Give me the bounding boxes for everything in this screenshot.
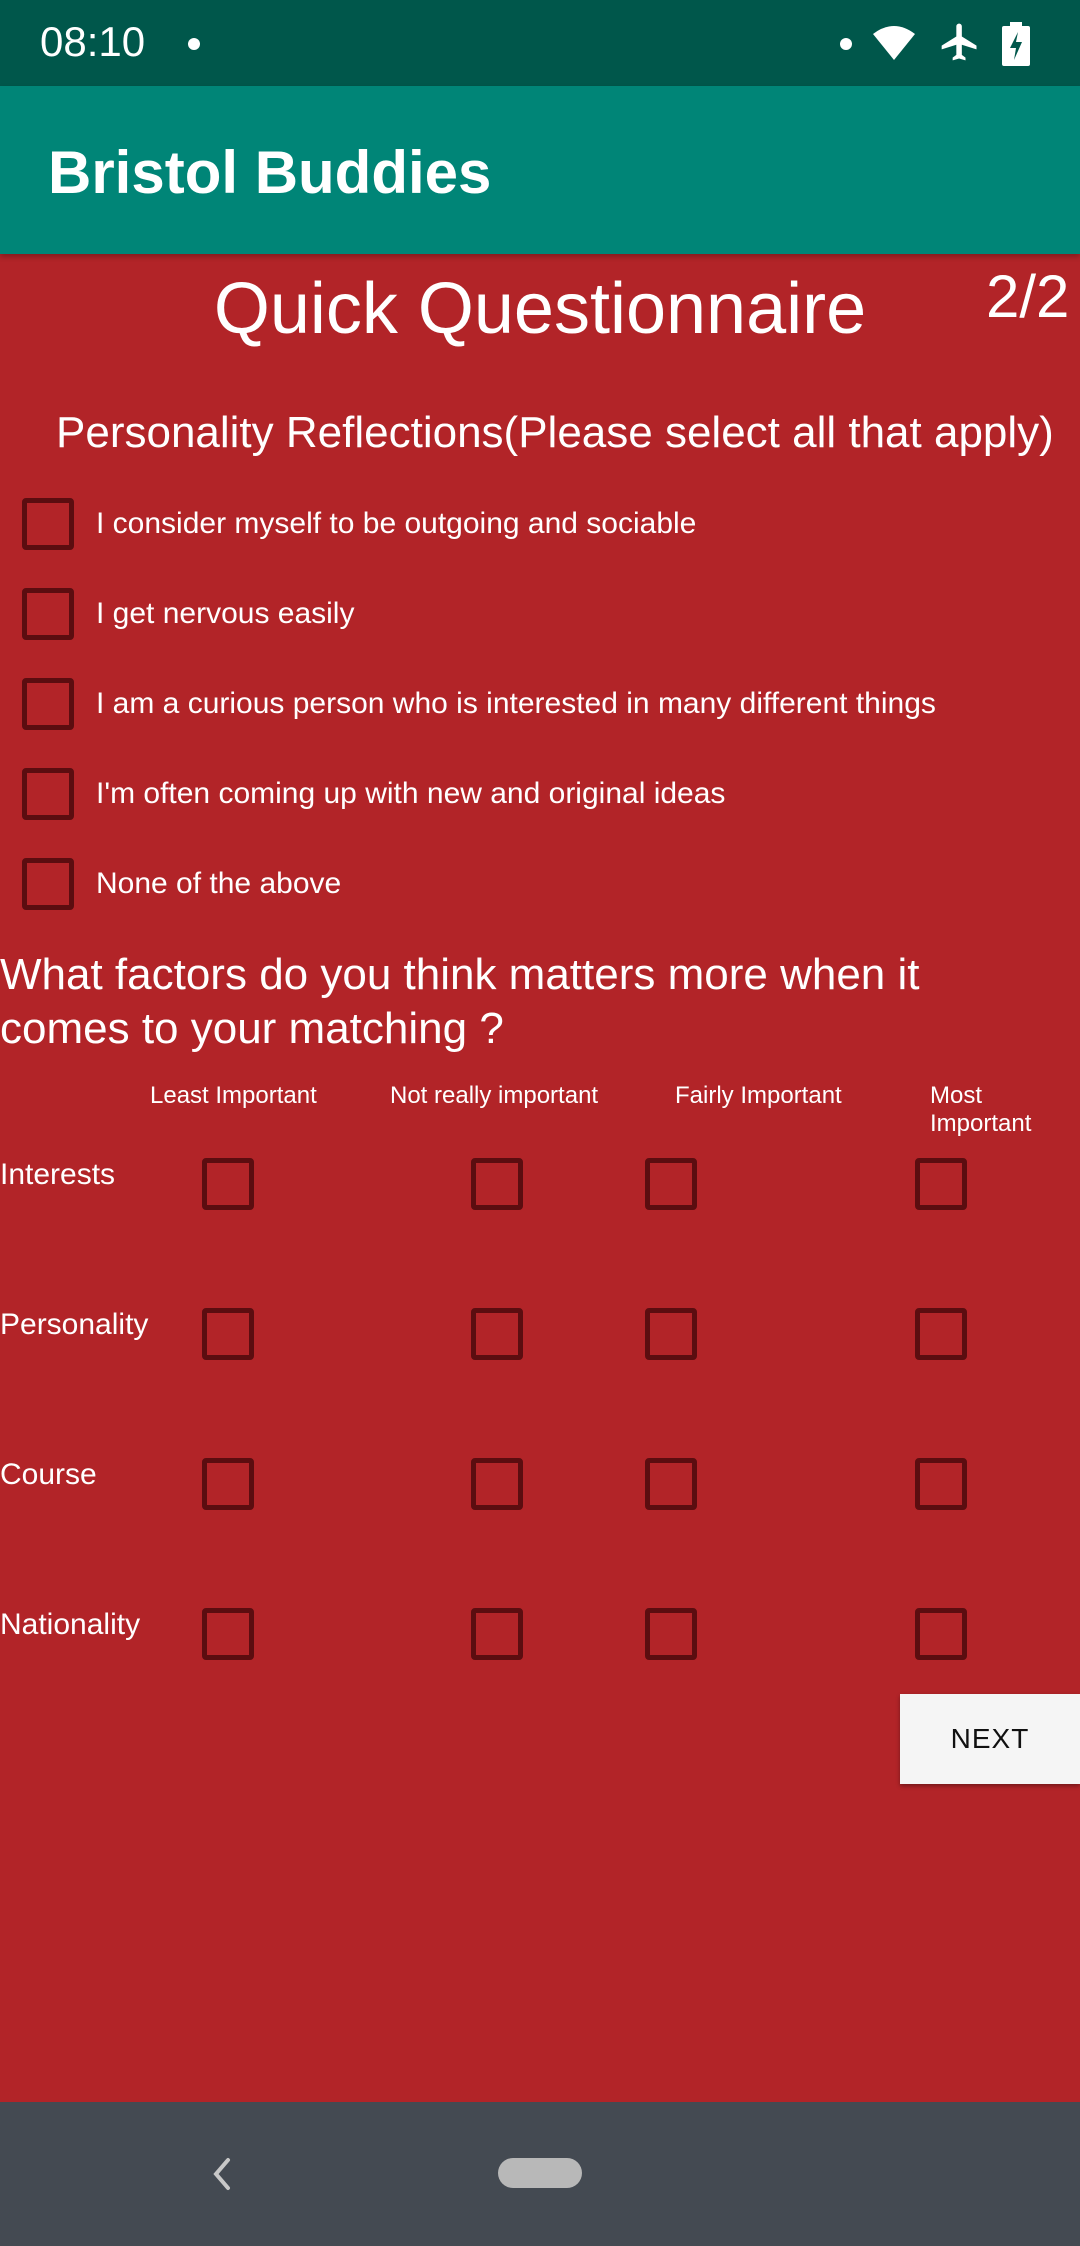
checkbox-nationality-fairly-important[interactable]: [645, 1608, 697, 1660]
page-title: Quick Questionnaire: [213, 269, 867, 349]
wifi-icon: [873, 26, 915, 60]
row-label: Course: [0, 1458, 97, 1491]
status-time: 08:10: [40, 18, 146, 65]
checkbox[interactable]: [22, 678, 74, 730]
checkbox-interests-least-important[interactable]: [202, 1158, 254, 1210]
battery-icon: [1002, 22, 1030, 66]
checkbox-personality-least-important[interactable]: [202, 1308, 254, 1360]
app-title: Bristol Buddies: [48, 139, 492, 206]
checkbox-personality-not-really-important[interactable]: [471, 1308, 523, 1360]
checkbox-course-not-really-important[interactable]: [471, 1458, 523, 1510]
page-indicator: 2/2: [986, 263, 1070, 330]
notification-dot-icon: [188, 38, 200, 50]
checkbox-personality-most-important[interactable]: [915, 1308, 967, 1360]
checkbox[interactable]: [22, 588, 74, 640]
option-label: I get nervous easily: [96, 597, 355, 630]
airplane-icon: [941, 23, 977, 61]
checkbox[interactable]: [22, 498, 74, 550]
checkbox-course-fairly-important[interactable]: [645, 1458, 697, 1510]
checkbox-interests-most-important[interactable]: [915, 1158, 967, 1210]
column-header-least-important: Least Important: [150, 1082, 317, 1109]
option-label: I'm often coming up with new and origina…: [96, 777, 726, 810]
row-label: Nationality: [0, 1608, 141, 1641]
option-label: None of the above: [96, 867, 342, 900]
checkbox[interactable]: [22, 858, 74, 910]
checkbox-personality-fairly-important[interactable]: [645, 1308, 697, 1360]
checkbox-course-most-important[interactable]: [915, 1458, 967, 1510]
option-label: I am a curious person who is interested …: [96, 687, 936, 720]
next-button[interactable]: NEXT: [900, 1694, 1080, 1784]
checkbox-nationality-not-really-important[interactable]: [471, 1608, 523, 1660]
column-header-most-important: Most Important: [930, 1082, 1032, 1137]
app-bar: Bristol Buddies: [0, 86, 1080, 254]
checkbox-interests-not-really-important[interactable]: [471, 1158, 523, 1210]
home-button[interactable]: [498, 2158, 582, 2188]
status-bar: 08:10: [0, 0, 1080, 86]
checkbox-interests-fairly-important[interactable]: [645, 1158, 697, 1210]
checkbox-nationality-most-important[interactable]: [915, 1608, 967, 1660]
status-dot-icon: [840, 38, 852, 50]
row-label: Interests: [0, 1158, 116, 1191]
factors-heading: What factors do you think matters more w…: [0, 950, 920, 1053]
back-icon[interactable]: [206, 2154, 236, 2194]
checkbox-course-least-important[interactable]: [202, 1458, 254, 1510]
checkbox[interactable]: [22, 768, 74, 820]
column-header-not-really-important: Not really important: [390, 1082, 599, 1109]
row-label: Personality: [0, 1308, 149, 1341]
personality-heading: Personality Reflections(Please select al…: [56, 408, 1054, 457]
column-header-fairly-important: Fairly Important: [675, 1082, 842, 1109]
option-label: I consider myself to be outgoing and soc…: [96, 507, 697, 540]
checkbox-nationality-least-important[interactable]: [202, 1608, 254, 1660]
